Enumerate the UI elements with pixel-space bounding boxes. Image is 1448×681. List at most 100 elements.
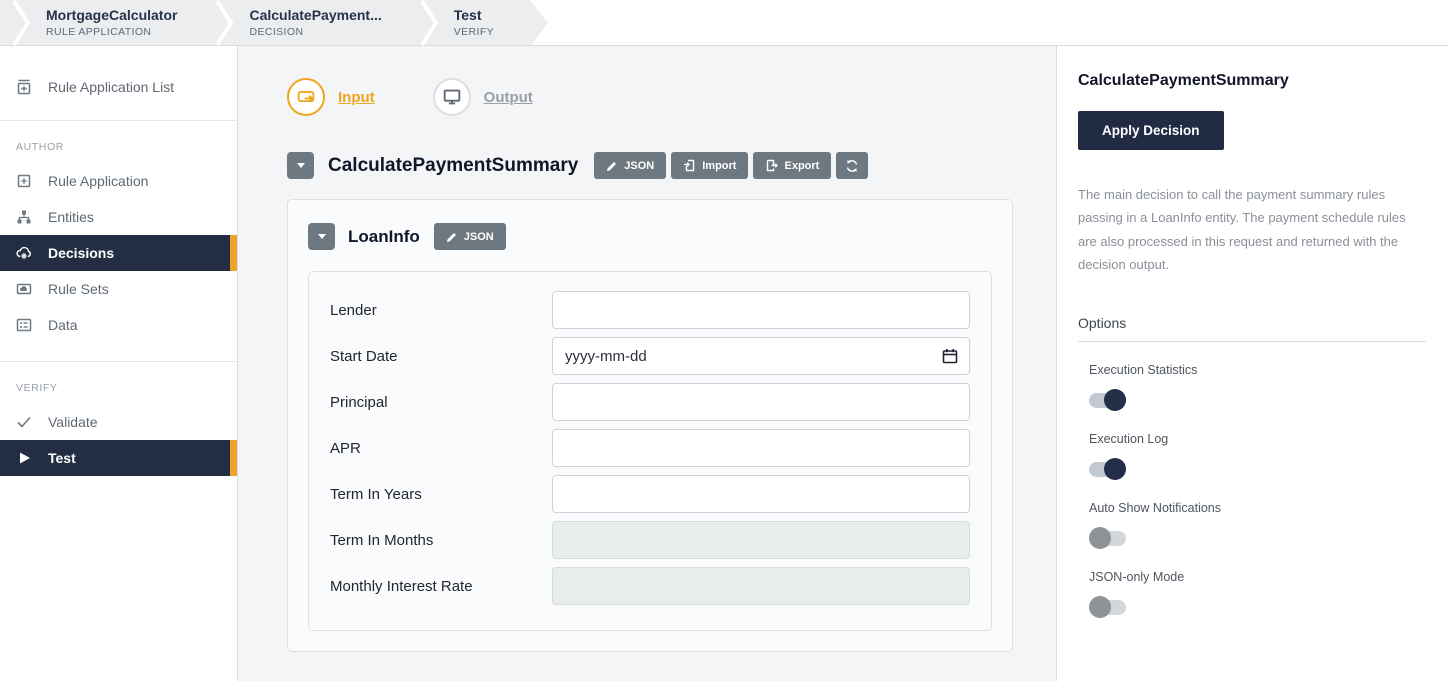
sidebar-item-label: Data: [48, 317, 78, 333]
breadcrumb-title: Test: [454, 7, 494, 24]
breadcrumb-verify[interactable]: Test VERIFY: [442, 0, 530, 45]
options-heading: Options: [1078, 315, 1426, 342]
execution-log-toggle[interactable]: [1089, 458, 1126, 480]
toggle-knob: [1104, 458, 1126, 480]
option-json-only-mode: JSON-only Mode: [1078, 570, 1426, 618]
sidebar-item-label: Test: [48, 450, 76, 466]
field-label: Term In Months: [330, 532, 552, 549]
sidebar-item-validate[interactable]: Validate: [0, 404, 237, 440]
import-label: Import: [702, 160, 736, 172]
collapse-decision-button[interactable]: [287, 152, 314, 179]
entities-icon: [15, 208, 33, 226]
option-execution-log: Execution Log: [1078, 432, 1426, 480]
field-row-apr: APR: [330, 429, 967, 467]
breadcrumb-subtitle: RULE APPLICATION: [46, 26, 177, 38]
caret-down-icon: [297, 163, 305, 168]
field-row-monthly-interest-rate: Monthly Interest Rate: [330, 567, 967, 605]
apr-input[interactable]: [552, 429, 970, 467]
tab-output[interactable]: Output: [433, 78, 533, 116]
toggle-knob: [1089, 527, 1111, 549]
option-auto-show-notifications: Auto Show Notifications: [1078, 501, 1426, 549]
breadcrumb: MortgageCalculator RULE APPLICATION Calc…: [0, 0, 1448, 46]
edit-json-button[interactable]: JSON: [594, 152, 666, 179]
apply-decision-button[interactable]: Apply Decision: [1078, 111, 1224, 150]
export-label: Export: [784, 160, 819, 172]
json-only-mode-toggle[interactable]: [1089, 596, 1126, 618]
breadcrumb-subtitle: VERIFY: [454, 26, 494, 38]
panel-title: CalculatePaymentSummary: [1078, 72, 1426, 90]
sidebar-section-verify: VERIFY: [0, 362, 237, 404]
input-icon: [287, 78, 325, 116]
test-workspace: Input Output CalculatePaymentSummary JSO…: [238, 46, 1057, 681]
breadcrumb-title: CalculatePayment...: [249, 7, 381, 24]
import-button[interactable]: Import: [671, 152, 748, 179]
term-in-months-input: [552, 521, 970, 559]
entity-title: LoanInfo: [348, 227, 420, 247]
chevron-endcap: [530, 0, 548, 46]
decision-title: CalculatePaymentSummary: [328, 155, 578, 177]
field-row-start-date: Start Date: [330, 337, 967, 375]
field-row-lender: Lender: [330, 291, 967, 329]
chevron-separator-icon: [213, 0, 237, 46]
export-button[interactable]: Export: [753, 152, 831, 179]
field-label: APR: [330, 440, 552, 457]
sidebar-item-rule-application[interactable]: Rule Application: [0, 163, 237, 199]
tab-input[interactable]: Input: [287, 78, 375, 116]
lender-input[interactable]: [552, 291, 970, 329]
io-tabs: Input Output: [287, 78, 1056, 116]
toggle-knob: [1089, 596, 1111, 618]
checkmark-icon: [15, 413, 33, 431]
edit-json-label: JSON: [624, 160, 654, 172]
refresh-button[interactable]: [836, 152, 868, 179]
data-icon: [15, 316, 33, 334]
rule-sets-icon: [15, 280, 33, 298]
sidebar-item-label: Rule Sets: [48, 281, 109, 297]
breadcrumb-title: MortgageCalculator: [46, 7, 177, 24]
term-in-years-input[interactable]: [552, 475, 970, 513]
export-icon: [765, 159, 778, 172]
field-row-term-in-months: Term In Months: [330, 521, 967, 559]
sidebar-item-decisions[interactable]: Decisions: [0, 235, 237, 271]
sidebar-item-test[interactable]: Test: [0, 440, 237, 476]
rule-application-list-icon: [15, 78, 33, 96]
option-label: Auto Show Notifications: [1089, 501, 1426, 515]
option-execution-statistics: Execution Statistics: [1078, 363, 1426, 411]
pencil-icon: [606, 160, 618, 172]
caret-down-icon: [318, 234, 326, 239]
principal-input[interactable]: [552, 383, 970, 421]
sidebar-item-data[interactable]: Data: [0, 307, 237, 343]
play-icon: [15, 449, 33, 467]
option-label: Execution Statistics: [1089, 363, 1426, 377]
breadcrumb-subtitle: DECISION: [249, 26, 381, 38]
refresh-icon: [845, 159, 859, 173]
monthly-interest-rate-input: [552, 567, 970, 605]
sidebar-item-label: Rule Application List: [48, 79, 174, 95]
execution-statistics-toggle[interactable]: [1089, 389, 1126, 411]
field-row-principal: Principal: [330, 383, 967, 421]
breadcrumb-rule-application[interactable]: MortgageCalculator RULE APPLICATION: [34, 0, 213, 45]
sidebar-item-label: Rule Application: [48, 173, 148, 189]
collapse-entity-button[interactable]: [308, 223, 335, 250]
field-label: Term In Years: [330, 486, 552, 503]
sidebar-section-author: AUTHOR: [0, 121, 237, 163]
auto-show-notifications-toggle[interactable]: [1089, 527, 1126, 549]
breadcrumb-segments: MortgageCalculator RULE APPLICATION Calc…: [0, 0, 530, 45]
option-label: Execution Log: [1089, 432, 1426, 446]
decisions-icon: [15, 244, 33, 262]
sidebar-item-entities[interactable]: Entities: [0, 199, 237, 235]
decision-detail-panel: CalculatePaymentSummary Apply Decision T…: [1057, 46, 1448, 681]
field-label: Lender: [330, 302, 552, 319]
tab-output-label: Output: [484, 89, 533, 106]
sidebar-item-label: Validate: [48, 414, 98, 430]
import-icon: [683, 159, 696, 172]
breadcrumb-decision[interactable]: CalculatePayment... DECISION: [237, 0, 417, 45]
entity-edit-json-button[interactable]: JSON: [434, 223, 506, 250]
decision-description: The main decision to call the payment su…: [1078, 183, 1426, 277]
start-date-input[interactable]: [552, 337, 970, 375]
rule-application-icon: [15, 172, 33, 190]
entity-header: LoanInfo JSON: [308, 223, 992, 250]
sidebar-item-rule-sets[interactable]: Rule Sets: [0, 271, 237, 307]
chevron-separator-icon: [418, 0, 442, 46]
sidebar-item-rule-application-list[interactable]: Rule Application List: [0, 64, 237, 110]
calendar-icon[interactable]: [942, 348, 958, 364]
